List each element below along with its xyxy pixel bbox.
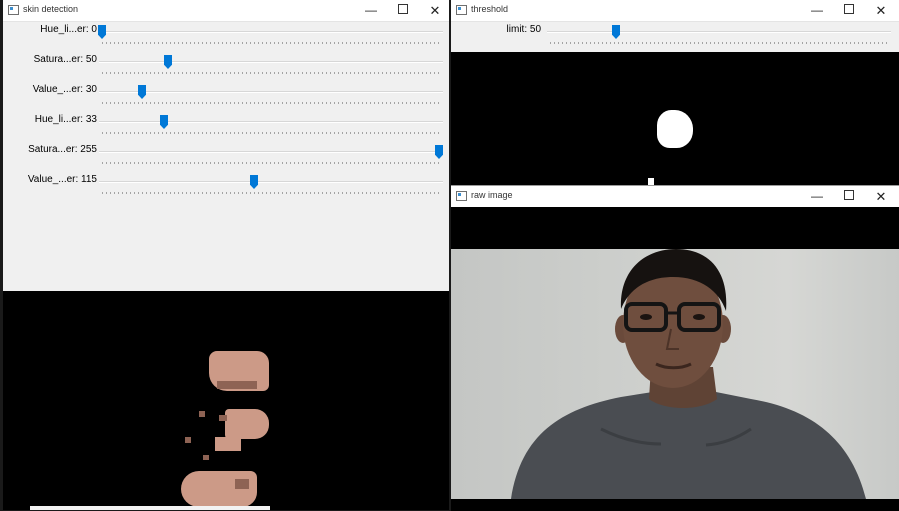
trackbar-thumb[interactable]	[250, 175, 258, 189]
trackbar-thumb[interactable]	[160, 115, 168, 129]
trackbar-thumb[interactable]	[612, 25, 620, 39]
trackbar-hue-upper: Hue_li...er: 33	[3, 112, 449, 142]
minimize-icon: —	[811, 189, 823, 203]
person-figure	[511, 249, 866, 499]
trackbar-label: Satura...er: 50	[33, 54, 97, 65]
skin-region	[225, 409, 269, 439]
window-app-icon	[456, 5, 467, 15]
trackbar-limit: limit: 50	[451, 22, 899, 52]
maximize-icon	[844, 4, 854, 15]
threshold-region	[657, 110, 693, 148]
window-app-icon	[456, 191, 467, 201]
trackbar-saturation-upper: Satura...er: 255	[3, 142, 449, 172]
trackbar-thumb[interactable]	[138, 85, 146, 99]
raw-image-window: raw image — ✕	[451, 185, 899, 511]
window-title: raw image	[471, 190, 513, 200]
window-title: threshold	[471, 4, 509, 14]
window-title: skin detection	[23, 4, 79, 14]
trackbar-thumb[interactable]	[98, 25, 106, 39]
raw-image-titlebar[interactable]: raw image — ✕	[451, 186, 899, 208]
threshold-image	[451, 52, 899, 186]
trackbar-saturation-lower: Satura...er: 50	[3, 52, 449, 82]
close-button[interactable]: ✕	[865, 0, 897, 21]
trackbar-track[interactable]	[547, 31, 891, 33]
window-app-icon	[8, 5, 19, 15]
close-button[interactable]: ✕	[419, 0, 449, 21]
trackbar-thumb[interactable]	[435, 145, 443, 159]
trackbar-track[interactable]	[99, 91, 443, 93]
maximize-icon	[844, 190, 854, 201]
trackbar-label: Value_...er: 30	[32, 84, 97, 95]
maximize-button[interactable]	[387, 0, 419, 21]
threshold-window: threshold — ✕ limit: 50	[451, 0, 899, 186]
close-button[interactable]: ✕	[865, 186, 897, 207]
skin-region	[215, 437, 241, 451]
trackbar-label: limit: 50	[506, 24, 541, 35]
threshold-titlebar[interactable]: threshold — ✕	[451, 0, 899, 22]
trackbar-track[interactable]	[99, 61, 443, 63]
trackbar-ticks	[102, 102, 442, 104]
trackbar-label: Hue_li...er: 0	[40, 24, 97, 35]
camera-frame	[451, 249, 899, 499]
trackbar-label: Hue_li...er: 33	[34, 114, 97, 125]
minimize-button[interactable]: —	[801, 186, 833, 207]
skin-region	[235, 479, 249, 489]
trackbar-track[interactable]	[99, 151, 443, 153]
trackbar-ticks	[550, 42, 890, 44]
scroll-indicator	[30, 506, 270, 510]
skin-region	[181, 471, 257, 507]
maximize-button[interactable]	[833, 0, 865, 21]
trackbar-label: Satura...er: 255	[28, 144, 97, 155]
trackbar-value-upper: Value_...er: 115	[3, 172, 449, 202]
trackbar-ticks	[102, 132, 442, 134]
minimize-icon: —	[365, 3, 377, 17]
trackbar-ticks	[102, 192, 442, 194]
skin-region	[217, 381, 257, 389]
skin-region	[199, 411, 205, 417]
skin-detection-titlebar[interactable]: skin detection — ✕	[3, 0, 449, 22]
trackbar-thumb[interactable]	[164, 55, 172, 69]
skin-mask-image	[3, 291, 449, 510]
minimize-button[interactable]: —	[801, 0, 833, 21]
skin-region	[203, 455, 209, 460]
maximize-icon	[398, 4, 408, 15]
trackbar-value-lower: Value_...er: 30	[3, 82, 449, 112]
raw-camera-image	[451, 207, 899, 511]
skin-region	[185, 437, 191, 443]
trackbar-track[interactable]	[99, 31, 443, 33]
close-icon: ✕	[429, 3, 441, 18]
skin-detection-window: skin detection — ✕ Hue_li...er: 0 Satura…	[3, 0, 449, 510]
trackbar-track[interactable]	[99, 181, 443, 183]
close-icon: ✕	[875, 189, 887, 204]
skin-region	[219, 415, 227, 421]
trackbar-ticks	[102, 162, 442, 164]
trackbar-ticks	[102, 72, 442, 74]
trackbar-track[interactable]	[99, 121, 443, 123]
trackbar-label: Value_...er: 115	[27, 174, 97, 185]
minimize-button[interactable]: —	[355, 0, 387, 21]
minimize-icon: —	[811, 3, 823, 17]
close-icon: ✕	[875, 3, 887, 18]
maximize-button[interactable]	[833, 186, 865, 207]
trackbar-hue-lower: Hue_li...er: 0	[3, 22, 449, 52]
trackbar-ticks	[102, 42, 442, 44]
